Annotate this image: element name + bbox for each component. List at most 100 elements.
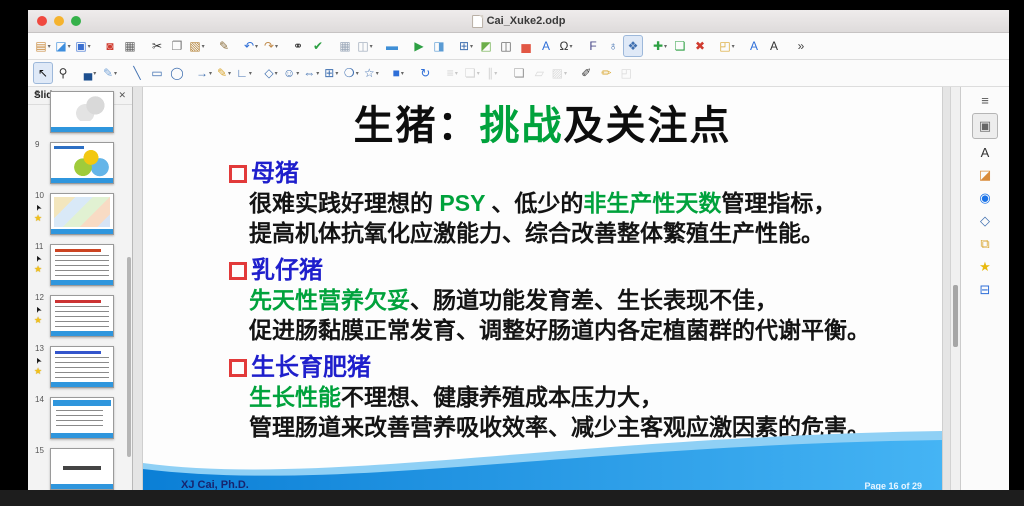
slide-thumbnail-14[interactable]: 14 (50, 397, 114, 439)
edit-points-icon[interactable]: ✐ (576, 62, 596, 84)
zoom-icon[interactable]: ⚲ (53, 62, 73, 84)
new-document-icon[interactable]: ▤▾ (33, 35, 53, 57)
basic-shapes-icon[interactable]: ◇▾ (261, 62, 281, 84)
animation-tab-icon[interactable]: ★ (972, 257, 998, 277)
display-mode-icon[interactable]: ▬ (382, 35, 402, 57)
curve-icon[interactable]: ✎▾ (214, 62, 234, 84)
spelling-icon[interactable]: ✔ (308, 35, 328, 57)
canvas-scrollbar[interactable] (950, 87, 960, 490)
section-header[interactable]: 母猪 (229, 160, 942, 188)
slide-footer-page-number[interactable]: Page 16 of 29 (864, 481, 922, 490)
shapes-tab-icon[interactable]: ◇ (972, 211, 998, 231)
fill-color-icon[interactable]: ▄▾ (80, 62, 100, 84)
helplines-icon[interactable]: ◫▾ (355, 35, 375, 57)
block-arrows-icon[interactable]: ⇔▾ (301, 62, 321, 84)
shadow-icon[interactable]: ❏ (509, 62, 529, 84)
slide-thumbnail-11[interactable]: 11➤★ (50, 244, 114, 286)
body-line[interactable]: 先天性营养欠妥、肠道功能发育差、生长表现不佳， (249, 285, 942, 315)
lines-arrows-icon[interactable]: →▾ (194, 62, 214, 84)
save-icon[interactable]: ▣▾ (73, 35, 93, 57)
copy-icon[interactable]: ❐ (167, 35, 187, 57)
canvas-scrollbar-thumb[interactable] (953, 285, 958, 347)
character-tab-icon[interactable]: A (972, 142, 998, 162)
slide-footer-author[interactable]: XJ Cai, Ph.D. (181, 479, 249, 490)
gallery-tab-icon[interactable]: ◪ (972, 165, 998, 185)
close-panel-icon[interactable]: ✕ (118, 90, 126, 101)
body-line[interactable]: 很难实践好理想的 PSY 、低少的非生产性天数管理指标， (249, 188, 942, 218)
delete-slide-icon[interactable]: ✖ (690, 35, 710, 57)
properties-tab-icon[interactable]: ▣ (972, 113, 998, 139)
toggle-extrusion-icon[interactable]: ◰ (616, 62, 636, 84)
crop-icon[interactable]: ▱ (529, 62, 549, 84)
insert-textbox-icon[interactable]: A (536, 35, 556, 57)
insert-chart-icon[interactable]: ▅ (516, 35, 536, 57)
special-character-icon[interactable]: Ω▾ (556, 35, 576, 57)
flowchart-icon[interactable]: ⊞▾ (321, 62, 341, 84)
body-line[interactable]: 促进肠黏膜正常发育、调整好肠道内各定植菌群的代谢平衡。 (249, 315, 942, 345)
print-icon[interactable]: ▦ (120, 35, 140, 57)
sidebar-menu-icon[interactable]: ≡ (972, 90, 998, 110)
align-icon[interactable]: ≡▾ (442, 62, 462, 84)
insert-header-footer-icon[interactable]: A (744, 35, 764, 57)
insert-table-icon[interactable]: ⊞▾ (456, 35, 476, 57)
body-line[interactable]: 提高机体抗氧化应激能力、综合改善整体繁殖生产性能。 (249, 218, 942, 248)
slide-thumbnail-12[interactable]: 12➤★ (50, 295, 114, 337)
section-header[interactable]: 乳仔猪 (229, 257, 942, 285)
slide-thumbnail-8[interactable]: 8 (50, 91, 114, 133)
start-current-slide-icon[interactable]: ◨ (429, 35, 449, 57)
redo-icon[interactable]: ↷▾ (261, 35, 281, 57)
display-grid-icon[interactable]: ▦ (335, 35, 355, 57)
zoom-window-button[interactable] (71, 16, 81, 26)
stars-icon[interactable]: ☆▾ (361, 62, 381, 84)
start-first-slide-icon[interactable]: ▶ (409, 35, 429, 57)
show-draw-functions-icon[interactable]: ❖ (623, 35, 643, 57)
close-button[interactable] (37, 16, 47, 26)
3d-objects-icon[interactable]: ■▾ (388, 62, 408, 84)
find-replace-icon[interactable]: ⚭ (288, 35, 308, 57)
arrange-icon[interactable]: ❏▾ (462, 62, 482, 84)
fontwork-icon[interactable]: F (583, 35, 603, 57)
glue-points-icon[interactable]: ✏ (596, 62, 616, 84)
undo-icon[interactable]: ↶▾ (241, 35, 261, 57)
select-arrow-icon[interactable]: ↖ (33, 62, 53, 84)
export-pdf-icon[interactable]: ◙ (100, 35, 120, 57)
rectangle-icon[interactable]: ▭ (147, 62, 167, 84)
paste-icon[interactable]: ▧▾ (187, 35, 207, 57)
rotate-icon[interactable]: ↻ (415, 62, 435, 84)
clone-formatting-icon[interactable]: ✎ (214, 35, 234, 57)
open-icon[interactable]: ◪▾ (53, 35, 73, 57)
insert-image-icon[interactable]: ◩ (476, 35, 496, 57)
slide-thumbnail-9[interactable]: 9 (50, 142, 114, 184)
minimize-button[interactable] (54, 16, 64, 26)
filter-icon[interactable]: ▨▾ (549, 62, 569, 84)
insert-columns-icon[interactable]: ◫ (496, 35, 516, 57)
cut-icon[interactable]: ✂ (147, 35, 167, 57)
hyperlink-icon[interactable]: ♁ (603, 35, 623, 57)
callouts-icon[interactable]: ❍▾ (341, 62, 361, 84)
character-spacing-icon[interactable]: A (764, 35, 784, 57)
section-header[interactable]: 生长育肥猪 (229, 354, 942, 382)
body-line[interactable]: 生长性能不理想、健康养殖成本压力大， (249, 382, 942, 412)
master-slides-tab-icon[interactable]: ⊟ (972, 280, 998, 300)
slide-title[interactable]: 生猪：挑战及关注点 (143, 93, 942, 151)
slide-layout-icon[interactable]: ◰▾ (717, 35, 737, 57)
slide-section[interactable]: 乳仔猪先天性营养欠妥、肠道功能发育差、生长表现不佳，促进肠黏膜正常发育、调整好肠… (229, 257, 942, 345)
line-color-icon[interactable]: ✎▾ (100, 62, 120, 84)
slide-section[interactable]: 母猪很难实践好理想的 PSY 、低少的非生产性天数管理指标，提高机体抗氧化应激能… (229, 160, 942, 248)
ellipse-icon[interactable]: ◯ (167, 62, 187, 84)
slide-body[interactable]: 母猪很难实践好理想的 PSY 、低少的非生产性天数管理指标，提高机体抗氧化应激能… (229, 160, 942, 442)
new-slide-icon[interactable]: ✚▾ (650, 35, 670, 57)
navigator-tab-icon[interactable]: ◉ (972, 188, 998, 208)
slide-thumbnail-13[interactable]: 13➤★ (50, 346, 114, 388)
current-slide[interactable]: 生猪：挑战及关注点 母猪很难实践好理想的 PSY 、低少的非生产性天数管理指标，… (143, 87, 942, 490)
duplicate-slide-icon[interactable]: ❏ (670, 35, 690, 57)
slides-panel-scrollbar[interactable] (127, 257, 131, 457)
connector-icon[interactable]: ∟▾ (234, 62, 254, 84)
slide-thumbnail-15[interactable]: 15 (50, 448, 114, 490)
slide-transition-tab-icon[interactable]: ⧉ (972, 234, 998, 254)
toolbar-overflow-icon[interactable]: » (791, 35, 811, 57)
insert-line-icon[interactable]: ╲ (127, 62, 147, 84)
symbol-shapes-icon[interactable]: ☺▾ (281, 62, 301, 84)
slide-thumbnail-10[interactable]: 10➤★ (50, 193, 114, 235)
distribute-icon[interactable]: ∥▾ (482, 62, 502, 84)
